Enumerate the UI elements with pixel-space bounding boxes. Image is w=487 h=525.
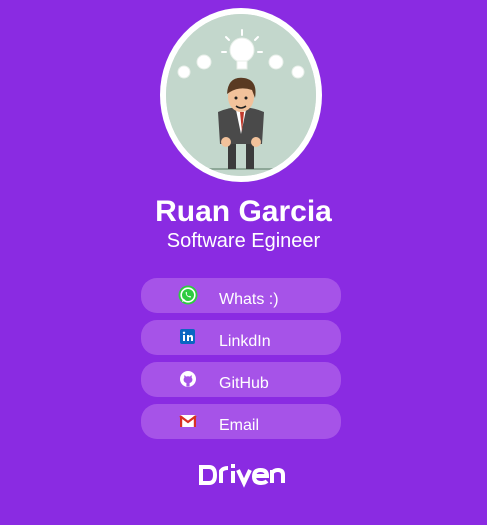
linkedin-button[interactable]: LinkdIn (141, 320, 341, 355)
email-label: Email (219, 417, 260, 434)
driven-logo (0, 455, 487, 494)
github-button[interactable]: GitHub (141, 362, 341, 397)
whatsapp-icon (178, 285, 198, 305)
links-list: Whats :) LinkdIn GitHub Email (141, 278, 341, 446)
linkedin-icon (178, 327, 198, 347)
linkedin-label: LinkdIn (219, 333, 271, 350)
whatsapp-button[interactable]: Whats :) (141, 278, 341, 313)
github-icon (178, 369, 198, 389)
whatsapp-label: Whats :) (219, 291, 279, 308)
profile-role: Software Egineer (166, 230, 321, 252)
driven-logo-mark (198, 464, 285, 488)
gmail-icon (178, 411, 198, 431)
github-label: GitHub (219, 375, 269, 392)
avatar (166, 14, 316, 176)
email-button[interactable]: Email (141, 404, 341, 439)
avatar-illustration (166, 14, 316, 176)
profile-name: Ruan Garcia (155, 195, 332, 228)
avatar-frame (160, 8, 322, 182)
